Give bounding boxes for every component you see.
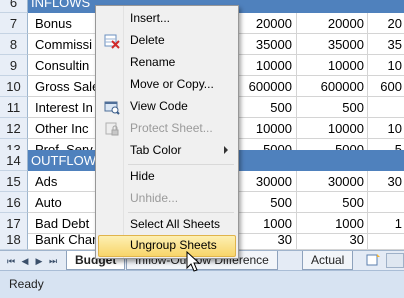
tab-actual[interactable]: Actual (302, 251, 354, 270)
row-number[interactable]: 15 (0, 171, 28, 192)
cell[interactable] (368, 0, 404, 13)
menu-item-label: Protect Sheet... (130, 121, 213, 135)
cell[interactable] (368, 229, 404, 250)
menu-item-delete[interactable]: Delete (98, 30, 236, 52)
last-sheet-icon[interactable]: ⏭ (46, 254, 60, 268)
menu-separator (128, 212, 234, 213)
menu-item-label: Delete (130, 33, 165, 47)
cell[interactable] (297, 0, 368, 13)
first-sheet-icon[interactable]: ⏮ (4, 254, 18, 268)
row-number[interactable]: 10 (0, 76, 28, 97)
row-number[interactable]: 18 (0, 229, 28, 250)
row-number[interactable]: 8 (0, 34, 28, 55)
cell[interactable] (368, 150, 404, 171)
menu-item-label: Hide (130, 169, 155, 183)
prev-sheet-icon[interactable]: ◀ (18, 254, 32, 268)
status-bar: Ready (0, 270, 404, 298)
status-text: Ready (9, 277, 44, 291)
menu-item-label: Ungroup Sheets (130, 238, 217, 252)
row-number[interactable]: 9 (0, 55, 28, 76)
menu-item-select-all-sheets[interactable]: Select All Sheets (98, 214, 236, 236)
row-number[interactable]: 14 (0, 150, 28, 171)
row-number[interactable]: 16 (0, 192, 28, 213)
protect-sheet-icon (104, 121, 120, 137)
row-number[interactable]: 11 (0, 97, 28, 118)
cell[interactable]: 600000 (297, 76, 368, 97)
menu-item-label: Move or Copy... (130, 77, 214, 91)
cell[interactable] (297, 150, 368, 171)
view-code-icon (104, 99, 120, 115)
menu-item-hide[interactable]: Hide (98, 166, 236, 188)
menu-item-tab-color[interactable]: Tab Color (98, 140, 236, 162)
cell[interactable]: 30 (297, 229, 368, 250)
cell[interactable]: 35 (368, 34, 404, 55)
cell[interactable]: 20 (368, 13, 404, 34)
cell[interactable]: 10000 (297, 55, 368, 76)
row-number[interactable]: 6 (0, 0, 28, 13)
menu-item-move-or-copy[interactable]: Move or Copy... (98, 74, 236, 96)
menu-item-label: View Code (130, 99, 188, 113)
cell[interactable]: 500 (297, 192, 368, 213)
next-sheet-icon[interactable]: ▶ (32, 254, 46, 268)
menu-item-label: Insert... (130, 11, 171, 25)
cell[interactable]: 10 (368, 55, 404, 76)
menu-item-rename[interactable]: Rename (98, 52, 236, 74)
cell[interactable]: 500 (297, 97, 368, 118)
row-number[interactable]: 12 (0, 118, 28, 139)
cell[interactable]: 20000 (297, 13, 368, 34)
row-number[interactable]: 7 (0, 13, 28, 34)
menu-item-label: Tab Color (130, 143, 182, 157)
cell[interactable]: 30 (368, 171, 404, 192)
menu-item-label: Select All Sheets (130, 217, 221, 231)
menu-separator (128, 164, 234, 165)
horizontal-scrollbar[interactable] (386, 253, 404, 268)
cell[interactable]: 35000 (297, 34, 368, 55)
cell[interactable] (368, 192, 404, 213)
menu-item-label: Rename (130, 55, 176, 69)
cell[interactable] (368, 97, 404, 118)
sheet-tab-context-menu: Insert... Delete Rename Move or Copy... … (95, 5, 239, 259)
cell[interactable]: 600 (368, 76, 404, 97)
submenu-arrow-icon (224, 146, 228, 154)
menu-item-ungroup-sheets[interactable]: Ungroup Sheets (98, 235, 236, 257)
cell[interactable]: 30000 (297, 171, 368, 192)
menu-item-unhide[interactable]: Unhide... (98, 188, 236, 210)
menu-item-protect-sheet[interactable]: Protect Sheet... (98, 118, 236, 140)
cell[interactable]: 10 (368, 118, 404, 139)
mouse-pointer-icon (186, 250, 204, 273)
delete-sheet-icon (104, 33, 120, 49)
insert-sheet-icon[interactable] (366, 253, 382, 267)
cell[interactable]: 10000 (297, 118, 368, 139)
menu-item-label: Unhide... (130, 191, 179, 205)
menu-item-view-code[interactable]: View Code (98, 96, 236, 118)
menu-item-insert[interactable]: Insert... (98, 8, 236, 30)
